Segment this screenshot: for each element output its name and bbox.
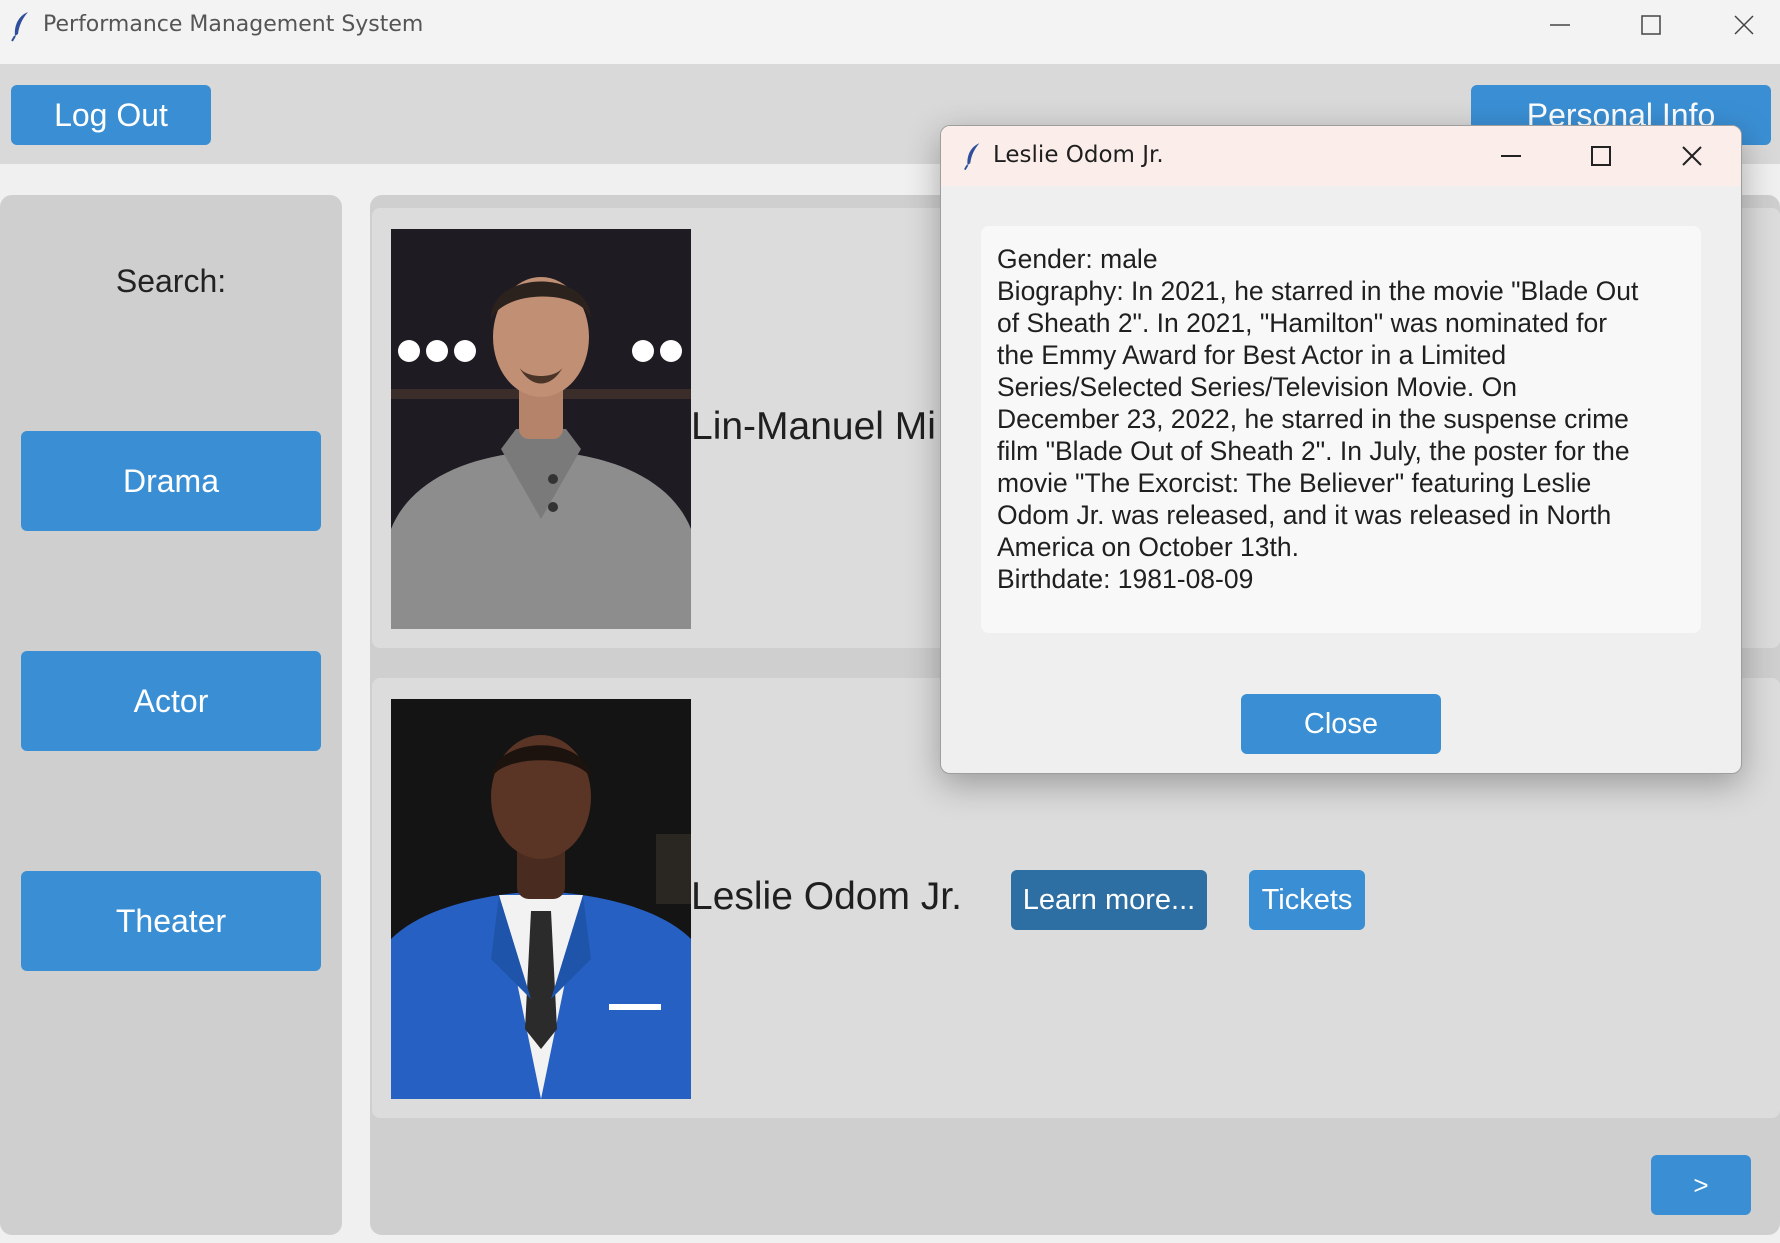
actor-name: Leslie Odom Jr. (691, 875, 962, 918)
close-icon (1734, 15, 1754, 35)
biography-line: America on October 13th. (997, 532, 1299, 562)
sidebar-item-drama[interactable]: Drama (21, 431, 321, 531)
maximize-icon (1591, 146, 1611, 166)
maximize-button[interactable] (1607, 0, 1695, 50)
sidebar-item-actor[interactable]: Actor (21, 651, 321, 751)
biography-line: Odom Jr. was released, and it was releas… (997, 500, 1612, 530)
search-label: Search: (115, 263, 227, 299)
dialog-minimize-button[interactable] (1466, 126, 1556, 186)
window-close-button[interactable] (1700, 0, 1780, 50)
biography-line: of Sheath 2". In 2021, "Hamilton" was no… (997, 308, 1608, 338)
learn-more-button[interactable]: Learn more... (1011, 870, 1207, 930)
actor-info-dialog: Leslie Odom Jr. Gender: male Biography: … (940, 125, 1742, 774)
feather-icon (964, 143, 980, 171)
gender-text: Gender: male (997, 244, 1158, 274)
app-title: Performance Management System (43, 12, 424, 37)
maximize-icon (1641, 15, 1661, 35)
sidebar-item-theater[interactable]: Theater (21, 871, 321, 971)
actor-info-text: Gender: male Biography: In 2021, he star… (981, 226, 1701, 633)
dialog-title-bar: Leslie Odom Jr. (941, 126, 1741, 186)
main-title-bar: Performance Management System (0, 0, 1780, 64)
biography-line: movie "The Exorcist: The Believer" featu… (997, 468, 1592, 498)
next-page-button[interactable]: > (1651, 1155, 1751, 1215)
logout-button[interactable]: Log Out (11, 85, 211, 145)
close-button[interactable]: Close (1241, 694, 1441, 754)
birthdate-text: Birthdate: 1981-08-09 (997, 564, 1254, 594)
tickets-button[interactable]: Tickets (1249, 870, 1365, 930)
dialog-title: Leslie Odom Jr. (993, 142, 1164, 168)
actor-name: Lin-Manuel Mi (691, 405, 936, 448)
minimize-icon (1550, 24, 1570, 26)
dialog-close-x-button[interactable] (1647, 126, 1737, 186)
actor-photo (391, 229, 691, 629)
close-icon (1682, 146, 1702, 166)
minimize-button[interactable] (1516, 0, 1604, 50)
biography-line: December 23, 2022, he starred in the sus… (997, 404, 1629, 434)
biography-line: Series/Selected Series/Television Movie.… (997, 372, 1517, 402)
dialog-maximize-button[interactable] (1556, 126, 1646, 186)
biography-line: Biography: In 2021, he starred in the mo… (997, 276, 1639, 306)
biography-line: the Emmy Award for Best Actor in a Limit… (997, 340, 1507, 370)
biography-line: film "Blade Out of Sheath 2". In July, t… (997, 436, 1630, 466)
minimize-icon (1501, 155, 1521, 157)
feather-icon (11, 12, 28, 42)
actor-photo (391, 699, 691, 1099)
